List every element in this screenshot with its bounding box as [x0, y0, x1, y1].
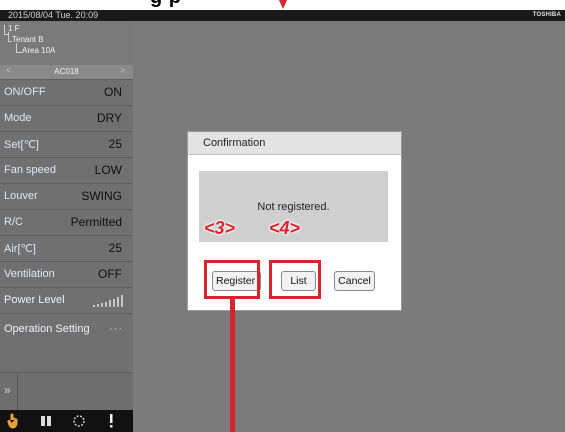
row-label: ON/OFF: [4, 86, 46, 98]
alert-icon[interactable]: [108, 414, 114, 428]
row-set-temp[interactable]: Set[℃] 25: [0, 131, 133, 157]
row-label: Mode: [4, 112, 32, 124]
row-power-level[interactable]: Power Level: [0, 287, 133, 313]
row-value: 25: [108, 137, 122, 151]
tree-area[interactable]: Area 10A: [22, 46, 55, 55]
row-remote-control[interactable]: R/C Permitted: [0, 209, 133, 235]
row-label: Ventilation: [4, 268, 55, 280]
unit-name: AC018: [54, 67, 79, 76]
row-value: ON: [104, 85, 122, 99]
callout-connector-line: [230, 299, 235, 432]
row-label: Louver: [4, 190, 38, 202]
sidebar: 1 F Tenant B Area 10A < AC018 > ON/OFF O…: [0, 21, 134, 432]
row-value: LOW: [94, 163, 122, 177]
row-label: Power Level: [4, 294, 65, 306]
row-fan-speed[interactable]: Fan speed LOW: [0, 157, 133, 183]
dialog-title: Confirmation: [203, 137, 266, 149]
caption-text: g p: [150, 0, 182, 9]
dialog-message: Not registered.: [257, 201, 330, 213]
divider: [17, 373, 18, 411]
cancel-button[interactable]: Cancel: [334, 271, 375, 291]
settings-ring-icon[interactable]: [72, 414, 86, 428]
expand-chevron-icon[interactable]: »: [4, 383, 11, 397]
document-caption: g p: [0, 0, 565, 10]
row-on-off[interactable]: ON/OFF ON: [0, 79, 133, 105]
row-air-temp: Air[℃] 25: [0, 235, 133, 261]
row-mode[interactable]: Mode DRY: [0, 105, 133, 131]
row-ventilation[interactable]: Ventilation OFF: [0, 261, 133, 287]
title-bar: 2015/08/04 Tue. 20:09 TOSHIBA: [0, 10, 565, 21]
row-value: OFF: [98, 267, 122, 281]
hand-icon[interactable]: [7, 413, 19, 429]
row-label: Set[℃]: [4, 139, 39, 151]
row-label: Fan speed: [4, 164, 56, 176]
row-value: DRY: [96, 111, 122, 125]
book-icon[interactable]: [40, 415, 52, 427]
more-dots-icon: ···: [109, 323, 123, 335]
row-value: 25: [108, 241, 122, 255]
row-value: Permitted: [70, 215, 122, 229]
callout-box-register: [204, 260, 260, 299]
brand-logo: TOSHIBA: [532, 12, 561, 18]
datetime: 2015/08/04 Tue. 20:09: [8, 10, 99, 20]
callout-box-list: [269, 260, 321, 299]
caption-arrow-icon: [279, 0, 287, 9]
dialog-header: Confirmation: [188, 132, 401, 155]
row-value: SWING: [81, 189, 122, 203]
row-label: R/C: [4, 216, 23, 228]
row-operation-setting[interactable]: Operation Setting ···: [0, 313, 133, 345]
expand-panel: »: [0, 372, 133, 411]
bottom-toolbar: [0, 410, 133, 432]
next-unit-button[interactable]: >: [120, 66, 125, 75]
row-label: Air[℃]: [4, 243, 36, 255]
callout-label-3: <3>: [204, 218, 236, 238]
unit-navigator: < AC018 >: [0, 65, 133, 79]
row-louver[interactable]: Louver SWING: [0, 183, 133, 209]
location-tree: 1 F Tenant B Area 10A: [0, 21, 133, 65]
row-label: Operation Setting: [4, 323, 90, 335]
power-level-bars-icon: [93, 295, 127, 307]
callout-label-4: <4>: [269, 218, 301, 238]
